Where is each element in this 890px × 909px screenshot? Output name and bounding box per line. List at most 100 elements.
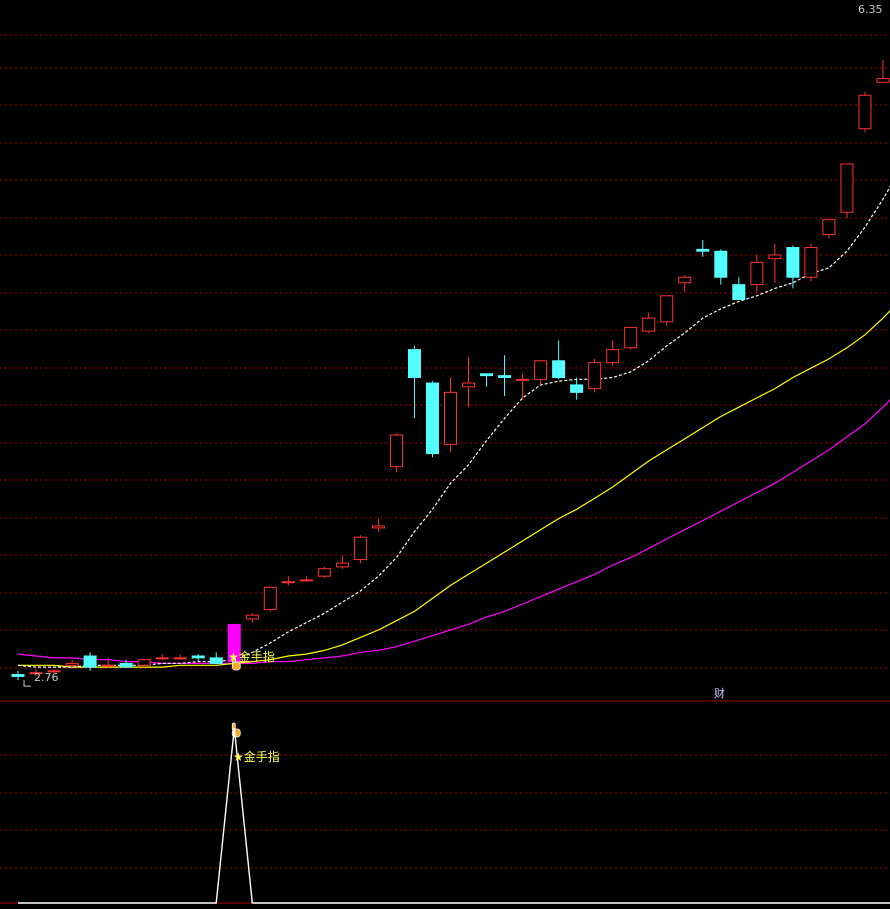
candle: [65, 659, 79, 668]
indicator-signal-label: ★金手指: [233, 749, 280, 764]
candle: [516, 373, 530, 400]
candle: [498, 355, 512, 397]
candle: [570, 377, 584, 400]
candle: [353, 535, 367, 564]
candle: [714, 249, 728, 285]
candle-body: [371, 525, 385, 529]
candle-body: [65, 662, 79, 666]
candle-body: [83, 655, 97, 668]
candle-body: [750, 261, 764, 286]
indicator-panel: [18, 727, 890, 904]
candle: [660, 295, 674, 326]
candle-body: [534, 360, 548, 380]
candle-body: [137, 659, 151, 666]
candle: [822, 219, 836, 239]
candle-body: [119, 662, 133, 668]
candle-body: [389, 434, 403, 468]
candle-body: [462, 382, 476, 388]
candle: [371, 518, 385, 532]
candle-body: [588, 362, 602, 390]
candle-body: [11, 674, 25, 677]
candle: [389, 433, 403, 473]
candle: [281, 576, 295, 586]
candle-body: [678, 276, 692, 284]
candle-body: [209, 657, 223, 664]
candle-body: [570, 384, 584, 393]
candle: [624, 326, 638, 350]
candle-body: [552, 360, 566, 378]
candle-body: [245, 614, 259, 620]
candle: [642, 312, 656, 333]
candle-body: [191, 655, 205, 659]
candle: [876, 59, 890, 83]
candle-body: [786, 247, 800, 278]
candle-body: [480, 373, 494, 377]
candle: [768, 243, 782, 283]
candle-body: [804, 247, 818, 278]
candle-body: [425, 382, 439, 455]
candle: [786, 245, 800, 289]
candle-body: [624, 326, 638, 349]
candle: [678, 275, 692, 293]
candle: [588, 358, 602, 393]
candle: [407, 345, 421, 419]
candle-body: [516, 378, 530, 381]
candle: [191, 654, 205, 662]
candle-body: [498, 375, 512, 378]
candle: [750, 254, 764, 293]
candle-body: [407, 349, 421, 378]
candle-body: [858, 94, 872, 130]
candle-body: [714, 250, 728, 278]
candle: [245, 613, 259, 623]
candle: [317, 566, 331, 579]
finance-marker[interactable]: 财: [714, 686, 725, 700]
candle: [480, 373, 494, 387]
candle: [804, 243, 818, 281]
low-price-pointer: [23, 680, 31, 687]
candle-body: [263, 586, 277, 611]
candle-body: [173, 657, 187, 660]
candle: [840, 163, 854, 218]
candle-body: [155, 657, 169, 660]
candle-body: [876, 78, 890, 83]
candle: [534, 360, 548, 385]
candle: [299, 576, 313, 582]
candle-body: [822, 219, 836, 236]
candle-body: [444, 391, 457, 445]
candle-body: [768, 254, 782, 260]
candle: [209, 652, 223, 664]
candle: [444, 377, 457, 452]
labels: 6.35 2.76 ★金手指 ★金手指 财: [34, 3, 883, 764]
candles: [11, 59, 890, 738]
candle-body: [353, 536, 367, 560]
candle: [173, 654, 187, 660]
ma-mid-line: [18, 310, 890, 668]
grid-lines: [0, 34, 890, 904]
candle: [11, 670, 25, 681]
candle-body: [660, 295, 674, 323]
candle: [552, 340, 566, 380]
candle-body: [840, 163, 854, 213]
candle-body: [101, 664, 115, 667]
candle-body: [281, 581, 295, 584]
indicator-line: [18, 727, 890, 904]
candle-body: [317, 568, 331, 577]
candle-body: [606, 349, 620, 364]
main-signal-label: ★金手指: [228, 649, 275, 664]
candle-body: [732, 284, 746, 301]
candle-body: [299, 579, 313, 582]
candle: [858, 91, 872, 133]
candle-body: [642, 317, 656, 332]
candle-body: [696, 248, 710, 252]
candlestick-chart: 6.35 2.76 ★金手指 ★金手指 财: [0, 3, 890, 904]
candle: [155, 654, 169, 660]
candle: [263, 586, 277, 612]
price-high-label: 6.35: [858, 3, 883, 16]
candle: [732, 277, 746, 301]
candle: [606, 340, 620, 367]
candle: [425, 381, 439, 458]
candle: [462, 357, 476, 408]
candle: [696, 240, 710, 257]
candle: [137, 659, 151, 668]
candle-body: [335, 562, 349, 568]
